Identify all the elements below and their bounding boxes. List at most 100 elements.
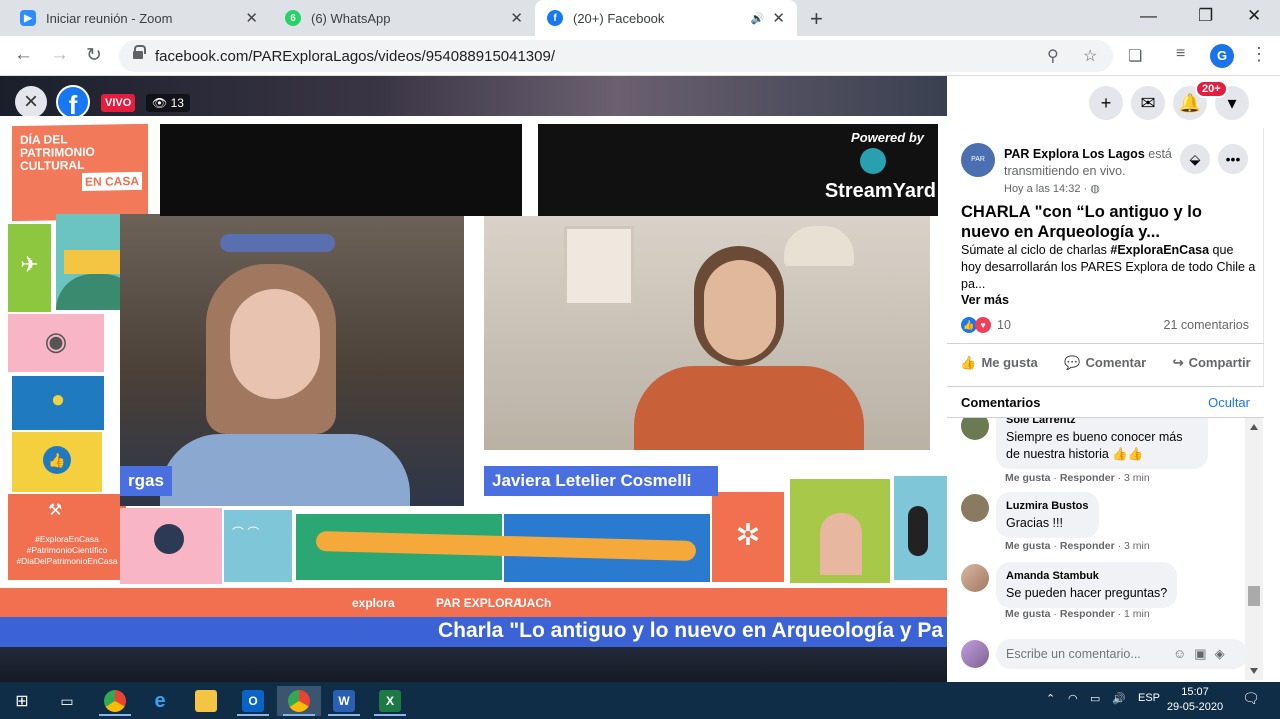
task-view-button[interactable]: ▭ bbox=[45, 686, 89, 716]
close-window-button[interactable]: ✕ bbox=[1247, 6, 1261, 26]
explorer-taskbar-app[interactable] bbox=[184, 686, 228, 716]
maximize-button[interactable]: ❐ bbox=[1198, 6, 1213, 26]
avatar[interactable] bbox=[961, 418, 989, 440]
reactions-summary[interactable]: 👍 ♥ 10 bbox=[961, 317, 1011, 333]
scroll-down-icon[interactable] bbox=[1250, 668, 1258, 674]
speaker-1-face bbox=[230, 289, 320, 399]
speaker-2-video bbox=[484, 216, 930, 450]
comment-reply-link[interactable]: Responder bbox=[1060, 540, 1115, 552]
tab-whatsapp[interactable]: 6 (6) WhatsApp ✕ bbox=[273, 0, 535, 36]
battery-icon[interactable]: ▭ bbox=[1090, 692, 1100, 705]
tab-zoom[interactable]: ▶ Iniciar reunión - Zoom ✕ bbox=[8, 0, 270, 36]
scroll-up-icon[interactable] bbox=[1250, 424, 1258, 430]
comment-bubble: Luzmira Bustos Gracias !!! bbox=[996, 492, 1099, 538]
speaker-icon[interactable]: 🔊 bbox=[751, 12, 765, 25]
houses-illustration bbox=[64, 250, 124, 274]
bookmark-star-icon[interactable]: ☆ bbox=[1083, 46, 1097, 66]
love-reaction-icon: ♥ bbox=[975, 317, 991, 333]
comment-text: Siempre es bueno conocer más de nuestra … bbox=[1006, 430, 1183, 461]
close-tab-icon[interactable]: ✕ bbox=[510, 9, 523, 27]
see-more-link[interactable]: Ver más bbox=[961, 293, 1009, 307]
start-button[interactable]: ⊞ bbox=[0, 686, 44, 716]
comments-scrollbar[interactable] bbox=[1245, 418, 1263, 680]
explora-logo: explora bbox=[352, 596, 395, 610]
chrome-profile-taskbar-app[interactable] bbox=[277, 686, 321, 716]
sticker-icon[interactable]: ◈ bbox=[1215, 646, 1233, 661]
excel-icon: X bbox=[379, 690, 401, 712]
wall-painting bbox=[564, 226, 634, 306]
pinwheel-icon: ✲ bbox=[735, 519, 761, 552]
globe-icon: ◍ bbox=[1090, 183, 1100, 195]
commenter-name[interactable]: Amanda Stambuk bbox=[1006, 568, 1167, 585]
live-badge: VIVO bbox=[101, 94, 136, 112]
commenter-name[interactable]: Sole Larrentz bbox=[1006, 418, 1198, 429]
comment-count[interactable]: 21 comentarios bbox=[1164, 318, 1249, 332]
outlook-taskbar-app[interactable]: O bbox=[231, 686, 275, 716]
tab-title: Iniciar reunión - Zoom bbox=[46, 10, 173, 26]
page-name-link[interactable]: PAR Explora Los Lagos bbox=[1004, 147, 1145, 161]
more-options-icon[interactable]: ••• bbox=[1218, 144, 1248, 174]
save-video-button[interactable]: ⬙ bbox=[1180, 144, 1210, 174]
create-plus-button[interactable]: + bbox=[1089, 86, 1123, 120]
comment-reply-link[interactable]: Responder bbox=[1060, 608, 1115, 620]
system-clock[interactable]: 15:07 29-05-2020 bbox=[1165, 685, 1225, 715]
comment-text: Se pueden hacer preguntas? bbox=[1006, 586, 1168, 600]
chrome-taskbar-app[interactable] bbox=[93, 686, 137, 716]
excel-taskbar-app[interactable]: X bbox=[368, 686, 412, 716]
menu-dots-icon[interactable]: ⋮ bbox=[1250, 44, 1268, 65]
speaker-2-face bbox=[704, 260, 776, 360]
comment-reply-link[interactable]: Responder bbox=[1060, 472, 1115, 484]
comment-like-link[interactable]: Me gusta bbox=[1005, 608, 1051, 620]
avatar[interactable] bbox=[961, 564, 989, 592]
word-taskbar-app[interactable]: W bbox=[322, 686, 366, 716]
live-video-player[interactable]: × f VIVO 👁 13 DÍA DEL PATRIMONIO CULTURA… bbox=[0, 76, 947, 682]
video-top-bar bbox=[0, 76, 947, 116]
task-view-icon: ▭ bbox=[60, 692, 74, 709]
avatar[interactable] bbox=[961, 494, 989, 522]
new-tab-button[interactable]: + bbox=[810, 6, 823, 32]
language-indicator[interactable]: ESP bbox=[1138, 692, 1160, 704]
close-tab-icon[interactable]: ✕ bbox=[245, 9, 258, 27]
comment-time[interactable]: 1 min bbox=[1124, 608, 1150, 620]
lightbulb-tile: ● bbox=[12, 376, 104, 430]
forward-icon[interactable]: → bbox=[50, 44, 69, 66]
scroll-thumb[interactable] bbox=[1248, 586, 1260, 606]
wifi-icon[interactable]: ◠ bbox=[1068, 692, 1078, 705]
action-center-icon[interactable]: 🗨 bbox=[1242, 690, 1260, 707]
comment-time[interactable]: 3 min bbox=[1124, 540, 1150, 552]
address-bar[interactable]: facebook.com/PARExploraLagos/videos/9540… bbox=[119, 40, 1113, 72]
comment-like-link[interactable]: Me gusta bbox=[1005, 540, 1051, 552]
comment-button[interactable]: 💬 Comentar bbox=[1064, 355, 1146, 371]
hide-comments-link[interactable]: Ocultar bbox=[1208, 395, 1250, 410]
media-control-icon[interactable]: ≡ bbox=[1176, 45, 1185, 63]
emoji-icon[interactable]: ☺ bbox=[1173, 646, 1194, 661]
comment-icon: 💬 bbox=[1064, 354, 1081, 370]
like-button[interactable]: 👍 Me gusta bbox=[960, 355, 1038, 371]
back-icon[interactable]: ← bbox=[14, 44, 33, 66]
tray-expand-icon[interactable]: ⌃ bbox=[1046, 692, 1055, 705]
share-button[interactable]: ↪ Compartir bbox=[1173, 355, 1251, 371]
paper-plane-tile: ✈ bbox=[8, 224, 51, 312]
zoom-search-icon[interactable]: ⚲ bbox=[1047, 46, 1059, 66]
chrome-icon bbox=[104, 690, 126, 712]
comments-list: Sole Larrentz Siempre es bueno conocer má… bbox=[947, 418, 1245, 630]
en-casa-label: EN CASA bbox=[82, 171, 143, 191]
profile-avatar[interactable]: G bbox=[1210, 44, 1234, 68]
volume-icon[interactable]: 🔊 bbox=[1112, 692, 1126, 705]
extension-icon[interactable]: ❏ bbox=[1128, 46, 1142, 66]
post-time-text[interactable]: Hoy a las 14:32 · bbox=[1004, 183, 1087, 195]
gif-icon[interactable]: ▣ bbox=[1194, 646, 1214, 661]
reload-icon[interactable]: ↻ bbox=[86, 44, 102, 67]
comment-like-link[interactable]: Me gusta bbox=[1005, 472, 1051, 484]
close-video-button[interactable]: × bbox=[15, 86, 47, 118]
edge-taskbar-app[interactable]: e bbox=[138, 686, 182, 716]
url-text[interactable]: facebook.com/PARExploraLagos/videos/9540… bbox=[155, 48, 555, 65]
messenger-icon[interactable]: ✉ bbox=[1131, 86, 1165, 120]
commenter-name[interactable]: Luzmira Bustos bbox=[1006, 498, 1089, 515]
close-tab-icon[interactable]: ✕ bbox=[772, 9, 785, 27]
hashtag-link[interactable]: #ExploraEnCasa bbox=[1110, 243, 1209, 257]
tab-facebook[interactable]: f (20+) Facebook 🔊 ✕ bbox=[535, 0, 797, 36]
page-avatar[interactable]: PAR EXPLORA bbox=[961, 143, 995, 197]
minimize-button[interactable]: — bbox=[1140, 6, 1157, 26]
comment-time[interactable]: 3 min bbox=[1124, 472, 1150, 484]
